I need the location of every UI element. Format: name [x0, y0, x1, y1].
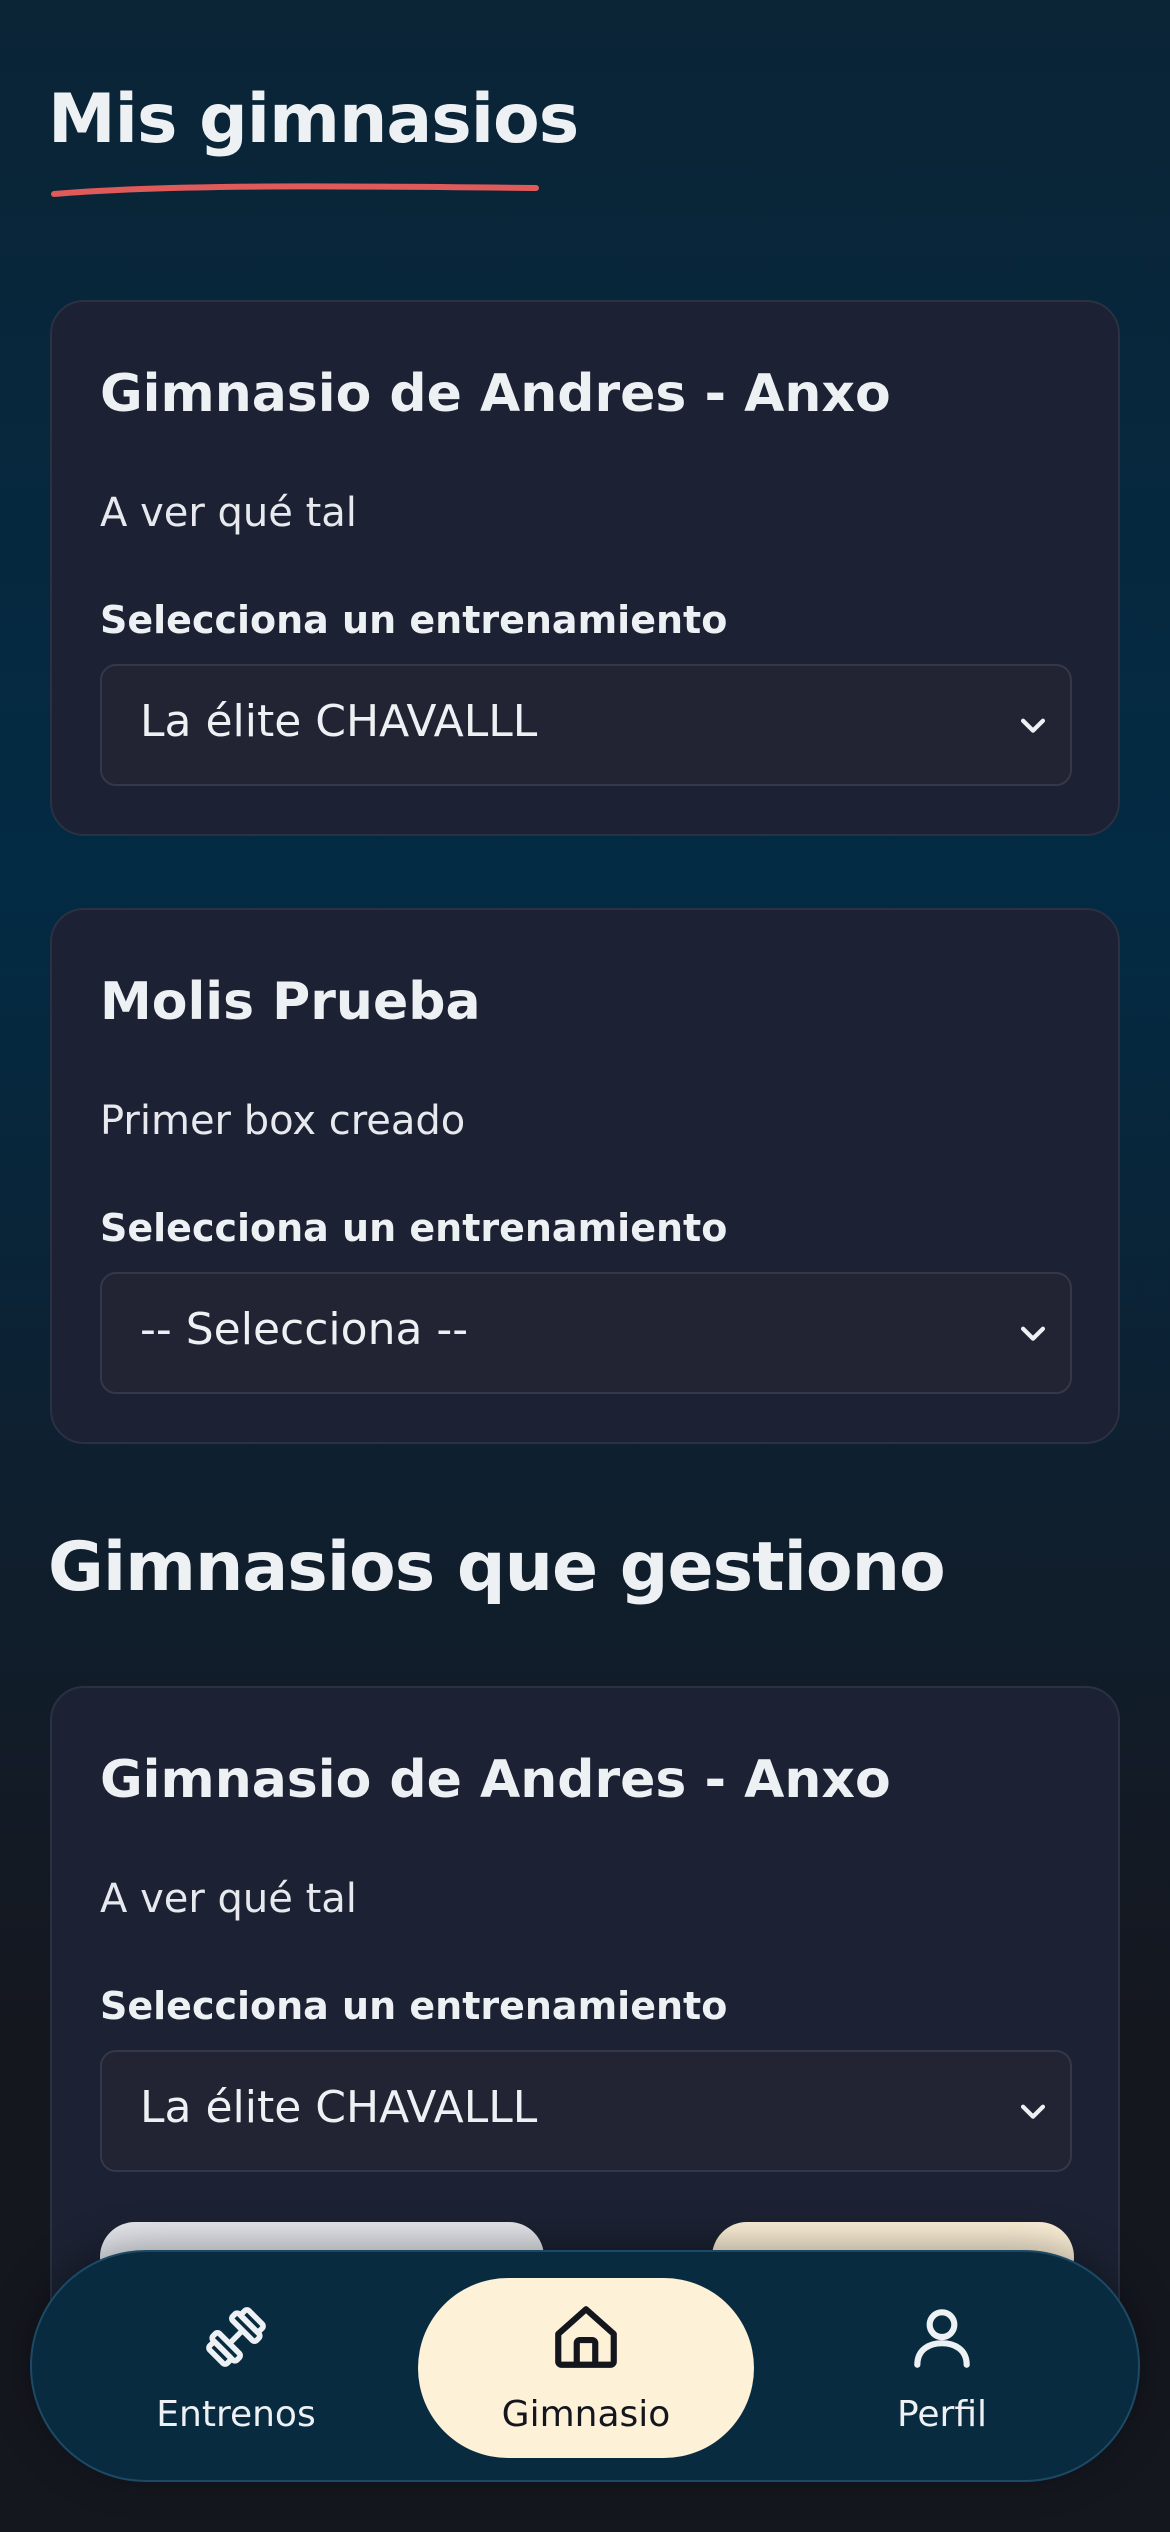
gym-name: Molis Prueba — [100, 972, 481, 1032]
training-select[interactable]: La élite CHAVALLL — [100, 2050, 1072, 2172]
nav-item-gimnasio[interactable]: Gimnasio — [418, 2278, 754, 2458]
training-select-value: -- Selecciona -- — [140, 1304, 469, 1355]
training-select[interactable]: La élite CHAVALLL — [100, 664, 1072, 786]
training-select-value: La élite CHAVALLL — [140, 2082, 538, 2133]
chevron-down-icon — [1020, 1326, 1046, 1341]
training-select-label: Selecciona un entrenamiento — [100, 1984, 728, 2028]
nav-label: Gimnasio — [501, 2394, 671, 2435]
gym-card: Gimnasio de Andres - Anxo A ver qué tal … — [50, 300, 1120, 836]
gym-card: Molis Prueba Primer box creado Seleccion… — [50, 908, 1120, 1444]
training-select-label: Selecciona un entrenamiento — [100, 1206, 728, 1250]
nav-item-perfil[interactable]: Perfil — [782, 2252, 1102, 2484]
gym-name: Gimnasio de Andres - Anxo — [100, 364, 891, 424]
nav-label: Entrenos — [156, 2394, 316, 2435]
training-select[interactable]: -- Selecciona -- — [100, 1272, 1072, 1394]
title-underline — [51, 183, 539, 197]
gym-description: A ver qué tal — [100, 490, 357, 536]
home-icon — [555, 2306, 617, 2368]
bottom-nav: Entrenos Gimnasio Perfil — [30, 2250, 1140, 2482]
managed-gyms-title: Gimnasios que gestiono — [48, 1528, 946, 1607]
gym-description: A ver qué tal — [100, 1876, 357, 1922]
dumbbell-icon — [206, 2307, 266, 2367]
training-select-label: Selecciona un entrenamiento — [100, 598, 728, 642]
nav-item-entrenos[interactable]: Entrenos — [76, 2252, 396, 2484]
chevron-down-icon — [1020, 718, 1046, 733]
page-title: Mis gimnasios — [48, 80, 579, 159]
gym-description: Primer box creado — [100, 1098, 466, 1144]
user-icon — [914, 2309, 970, 2368]
chevron-down-icon — [1020, 2104, 1046, 2119]
gym-name: Gimnasio de Andres - Anxo — [100, 1750, 891, 1810]
nav-label: Perfil — [896, 2394, 988, 2435]
training-select-value: La élite CHAVALLL — [140, 696, 538, 747]
